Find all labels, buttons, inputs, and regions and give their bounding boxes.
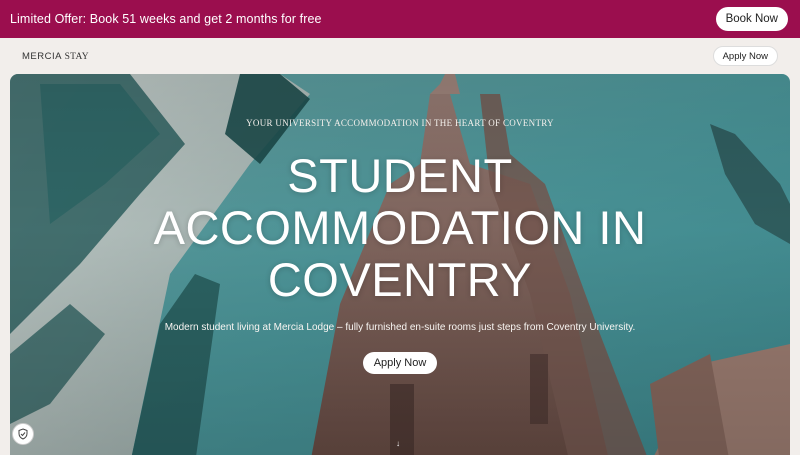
site-header: MERCIA STAY Apply Now [0,38,800,74]
header-apply-now-button[interactable]: Apply Now [712,46,778,66]
cookie-settings-button[interactable] [12,423,34,445]
logo-secondary: STAY [64,51,89,62]
book-now-button[interactable]: Book Now [715,7,788,31]
hero-section: YOUR UNIVERSITY ACCOMMODATION IN THE HEA… [10,74,790,455]
hero-title: STUDENT ACCOMMODATION IN COVENTRY [153,149,647,306]
hero-eyebrow: YOUR UNIVERSITY ACCOMMODATION IN THE HEA… [246,118,554,128]
arrow-down-icon[interactable]: ↓ [396,439,400,448]
hero-subtitle: Modern student living at Mercia Lodge – … [164,322,636,333]
site-logo[interactable]: MERCIA STAY [22,51,89,62]
promo-bar: Limited Offer: Book 51 weeks and get 2 m… [0,0,800,38]
hero-apply-now-button[interactable]: Apply Now [363,352,437,374]
logo-primary: MERCIA [22,50,62,62]
shield-check-icon [18,428,28,440]
promo-text: Limited Offer: Book 51 weeks and get 2 m… [10,12,322,26]
